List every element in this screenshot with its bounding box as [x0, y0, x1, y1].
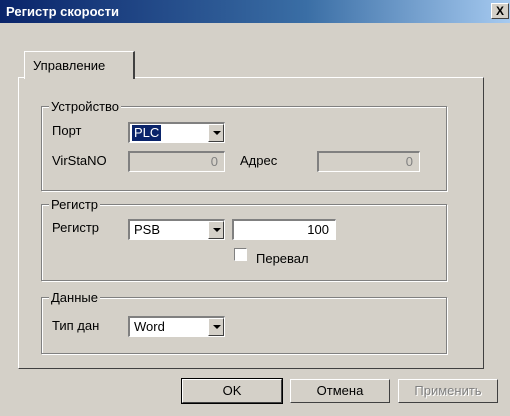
close-icon: X: [495, 4, 504, 18]
address-label: Адрес: [240, 153, 278, 168]
tab-control-label: Управление: [33, 58, 106, 73]
register-label: Регистр: [52, 220, 100, 235]
real-checkbox[interactable]: [234, 248, 247, 261]
port-select-value: PLC: [132, 125, 162, 141]
tab-panel: Устройство Порт PLC VirStaNO 0 Адрес 0 Р…: [18, 77, 484, 369]
port-select[interactable]: PLC: [128, 122, 225, 143]
register-group-legend: Регистр: [49, 197, 101, 212]
chevron-down-icon[interactable]: [208, 124, 224, 142]
register-type-select[interactable]: PSB: [128, 219, 225, 240]
data-group: Данные Тип дан Word: [41, 290, 447, 354]
apply-button[interactable]: Применить: [398, 379, 498, 403]
device-group-legend: Устройство: [49, 99, 122, 114]
data-type-value: Word: [134, 319, 165, 334]
ok-button[interactable]: OK: [181, 378, 283, 404]
register-address-input[interactable]: 100: [232, 219, 336, 240]
data-type-select[interactable]: Word: [128, 316, 225, 337]
cancel-button[interactable]: Отмена: [290, 379, 390, 403]
register-group: Регистр Регистр PSB 100 Перевал: [41, 197, 447, 281]
chevron-down-icon[interactable]: [208, 318, 224, 336]
tab-control[interactable]: Управление: [24, 51, 135, 79]
chevron-down-icon[interactable]: [208, 221, 224, 239]
virstano-label: VirStaNO: [52, 153, 107, 168]
window-title: Регистр скорости: [6, 4, 119, 19]
port-label: Порт: [52, 123, 82, 138]
device-group: Устройство Порт PLC VirStaNO 0 Адрес 0: [41, 99, 447, 191]
close-button[interactable]: X: [491, 3, 509, 19]
data-type-label: Тип дан: [52, 318, 100, 333]
real-checkbox-label: Перевал: [256, 251, 309, 266]
address-field: 0: [317, 151, 420, 172]
virstano-field: 0: [128, 151, 225, 172]
register-type-value: PSB: [134, 222, 161, 237]
data-group-legend: Данные: [49, 290, 100, 305]
title-bar[interactable]: Регистр скорости X: [0, 0, 510, 23]
